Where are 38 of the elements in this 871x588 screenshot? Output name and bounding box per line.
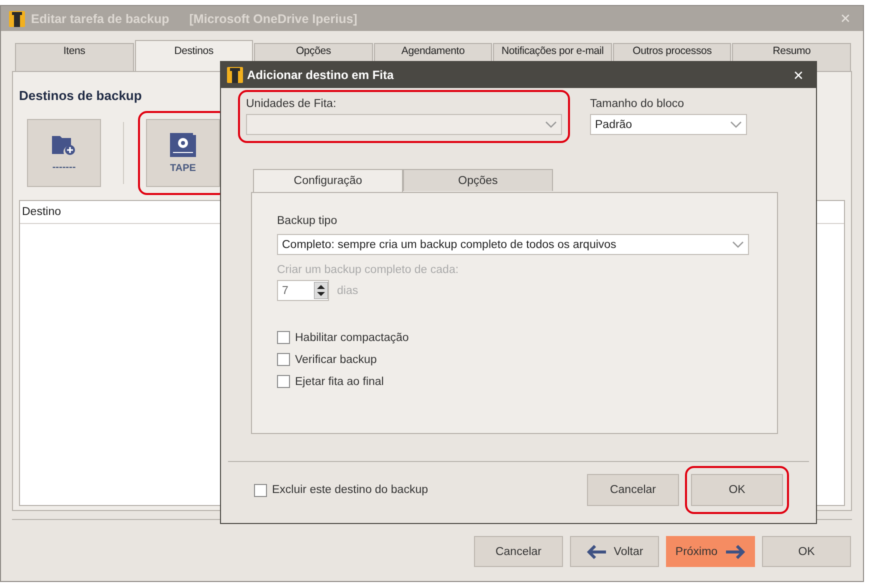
chevron-down-icon xyxy=(545,120,557,128)
footer-button[interactable]: OK xyxy=(762,536,851,567)
checkbox[interactable] xyxy=(277,353,290,366)
app-logo-icon xyxy=(227,67,243,83)
tab[interactable]: Configuração xyxy=(253,169,403,192)
field-label: Tamanho do bloco xyxy=(590,98,685,110)
next-button[interactable]: Próximo xyxy=(666,536,755,567)
field-label: Criar um backup completo de cada: xyxy=(277,264,460,276)
dialog-button[interactable]: Cancelar xyxy=(587,474,679,506)
tape-icon xyxy=(170,132,196,156)
destination-button[interactable]: ------- xyxy=(27,119,101,187)
chevron-down-icon xyxy=(732,240,744,248)
checkbox[interactable] xyxy=(254,484,267,496)
checkbox[interactable] xyxy=(277,331,290,344)
block-size-dropdown[interactable]: Padrão xyxy=(590,114,747,135)
checkbox-label: Ejetar fita ao final xyxy=(295,376,384,388)
chevron-down-icon xyxy=(730,120,742,128)
unit-label: dias xyxy=(337,284,358,296)
folder-add-icon xyxy=(52,134,76,156)
left-arrow-icon xyxy=(586,544,608,558)
checkbox-label: Excluir este destino do backup xyxy=(272,484,428,496)
app-logo-icon xyxy=(9,10,25,26)
footer-button[interactable]: Cancelar xyxy=(474,536,563,567)
right-arrow-icon xyxy=(724,544,746,558)
checkbox-label: Habilitar compactação xyxy=(295,332,409,344)
backup-type-dropdown[interactable]: Completo: sempre cria um backup completo de todos os arquivos xyxy=(277,234,749,255)
dialog-button[interactable]: OK xyxy=(691,474,783,506)
checkbox[interactable] xyxy=(277,375,290,388)
tab[interactable]: Destinos xyxy=(134,40,254,71)
field-label: Unidades de Fita: xyxy=(246,98,338,110)
tab[interactable]: Opções xyxy=(403,169,553,191)
column-header: Destino xyxy=(22,206,61,218)
dialog-title: Adicionar destino em Fita xyxy=(247,68,394,82)
checkbox-label: Verificar backup xyxy=(295,354,377,366)
back-button[interactable]: Voltar xyxy=(570,536,659,567)
tab[interactable]: Itens xyxy=(15,43,134,71)
destination-button[interactable]: TAPE xyxy=(146,119,220,187)
field-label: Backup tipo xyxy=(277,215,338,227)
